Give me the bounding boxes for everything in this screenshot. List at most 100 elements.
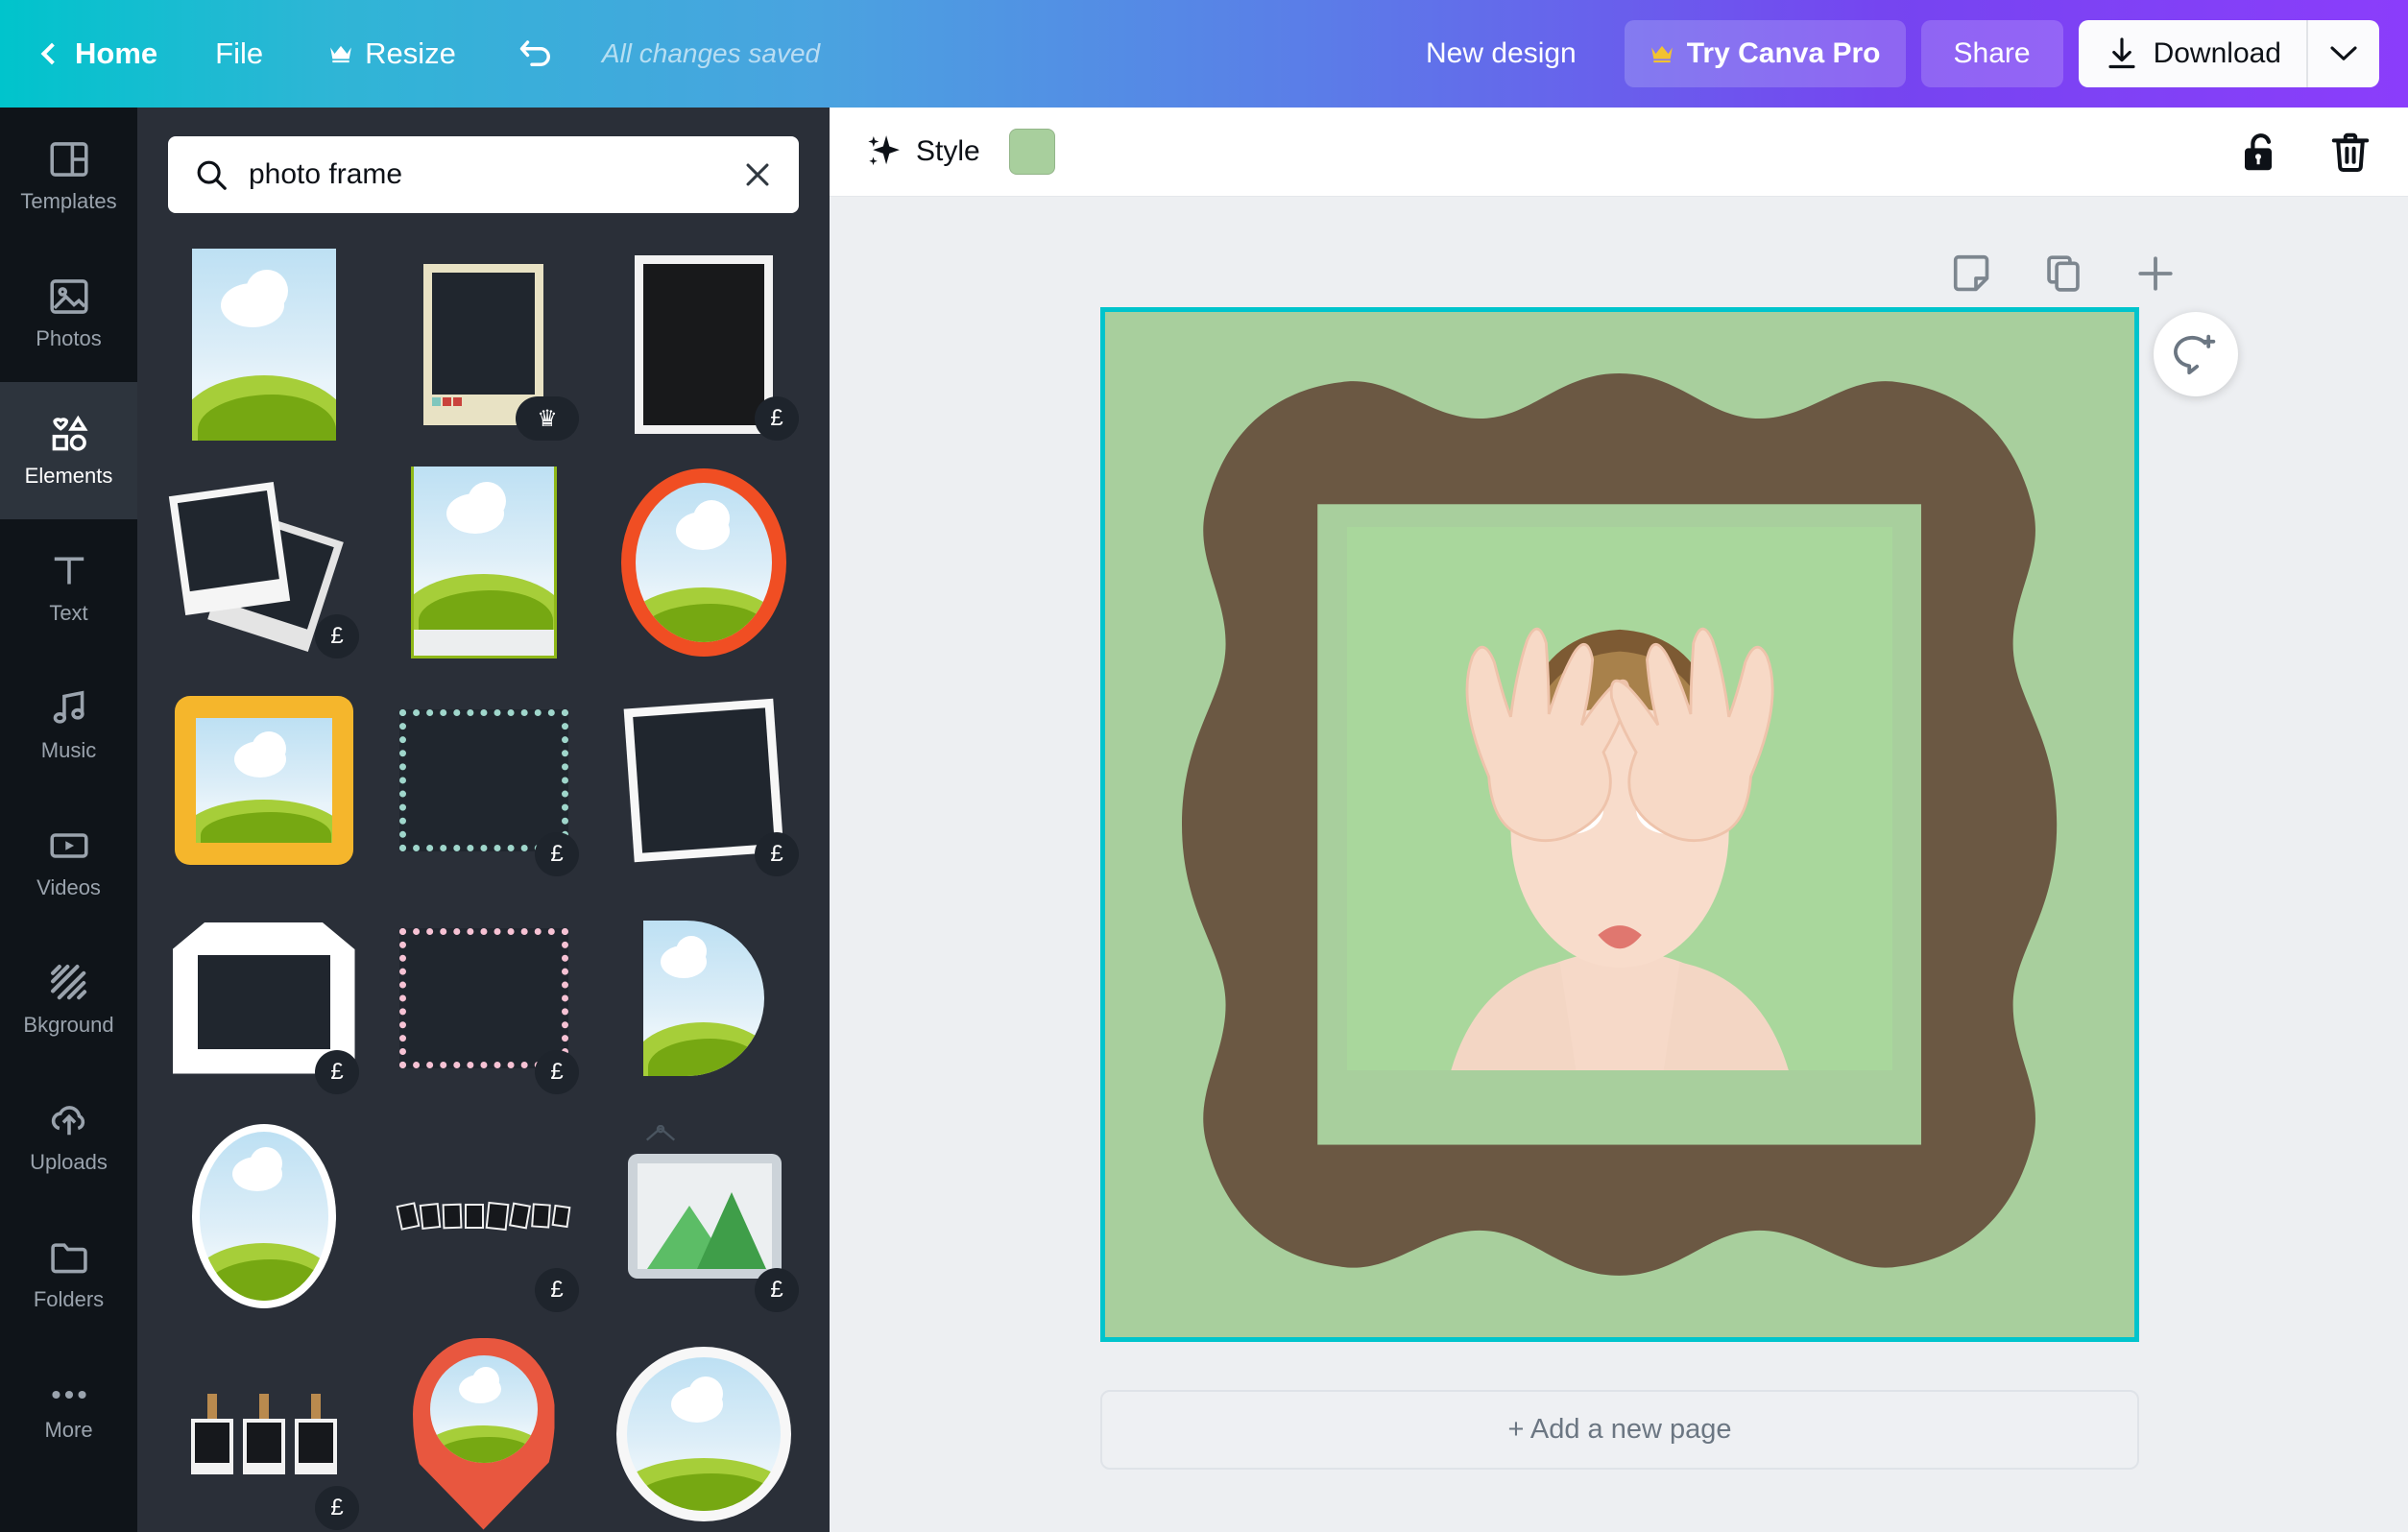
framed-photo <box>1346 527 1893 1071</box>
element-result[interactable]: £ <box>602 1117 805 1314</box>
price-badge: £ <box>535 1268 579 1312</box>
download-label: Download <box>2153 37 2281 69</box>
element-result[interactable] <box>162 246 365 443</box>
new-design-button[interactable]: New design <box>1393 0 1609 108</box>
element-result[interactable] <box>602 464 805 660</box>
uploads-icon <box>51 1106 84 1136</box>
sidebar-item-folders[interactable]: Folders <box>0 1206 137 1343</box>
chevron-down-icon <box>2330 46 2357 60</box>
sidebar-item-music[interactable]: Music <box>0 657 137 794</box>
pound-icon: £ <box>770 841 783 867</box>
element-result[interactable]: £ <box>162 464 365 660</box>
sidebar-item-videos[interactable]: Videos <box>0 794 137 931</box>
download-group: Download <box>2078 20 2379 87</box>
search-input[interactable] <box>249 158 722 191</box>
style-label: Style <box>916 135 980 167</box>
file-menu-button[interactable]: File <box>182 0 296 108</box>
header-right-group: New design Try Canva Pro Share Download <box>1393 0 2408 108</box>
page-actions <box>1949 251 2178 296</box>
sidebar-item-photos[interactable]: Photos <box>0 245 137 382</box>
share-button[interactable]: Share <box>1920 20 2063 87</box>
download-arrow-icon <box>2108 37 2135 69</box>
resize-button[interactable]: Resize <box>296 0 489 108</box>
download-button[interactable]: Download <box>2079 20 2306 87</box>
pound-icon: £ <box>330 1495 344 1520</box>
add-new-page-button[interactable]: + Add a new page <box>1100 1390 2139 1470</box>
left-sidebar: Templates Photos Elements Text Music Vid… <box>0 108 137 1532</box>
element-result[interactable] <box>382 1335 585 1532</box>
sidebar-label: Videos <box>36 875 101 899</box>
home-button[interactable]: Home <box>0 0 182 108</box>
more-dots-icon <box>51 1390 86 1400</box>
videos-icon <box>49 833 88 858</box>
style-button[interactable]: Style <box>864 132 980 171</box>
add-comment-icon <box>2174 334 2216 375</box>
notes-icon[interactable] <box>1949 251 1993 296</box>
element-result[interactable] <box>602 1335 805 1532</box>
price-badge: £ <box>755 1268 799 1312</box>
text-icon <box>54 557 84 585</box>
sidebar-item-templates[interactable]: Templates <box>0 108 137 245</box>
resize-label: Resize <box>365 36 456 70</box>
sidebar-item-text[interactable]: Text <box>0 519 137 657</box>
element-result[interactable] <box>162 682 365 878</box>
element-result[interactable]: £ <box>162 1335 365 1532</box>
element-result[interactable]: £ <box>382 1117 585 1314</box>
pound-icon: £ <box>770 1277 783 1303</box>
unlock-icon[interactable] <box>2237 129 2283 175</box>
sidebar-label: Photos <box>36 326 102 350</box>
element-result[interactable] <box>602 899 805 1096</box>
color-swatch-button[interactable] <box>1008 129 1055 175</box>
elements-icon <box>52 415 87 451</box>
element-result[interactable]: ♛ <box>382 246 585 443</box>
add-page-label: + Add a new page <box>1507 1414 1732 1445</box>
sidebar-label: Text <box>49 601 88 625</box>
try-canva-pro-button[interactable]: Try Canva Pro <box>1624 20 1906 87</box>
close-icon[interactable] <box>741 158 774 191</box>
crown-icon <box>330 45 351 63</box>
try-pro-label: Try Canva Pro <box>1686 37 1881 69</box>
pound-icon: £ <box>550 1277 564 1303</box>
pound-icon: £ <box>330 623 344 649</box>
add-comment-button[interactable] <box>2154 312 2238 396</box>
crown-icon <box>1650 45 1673 63</box>
pound-icon: £ <box>330 1059 344 1085</box>
element-result[interactable] <box>162 1117 365 1314</box>
price-badge: £ <box>755 396 799 441</box>
sidebar-label: More <box>44 1418 93 1442</box>
editor-toolbar-right <box>2237 129 2373 175</box>
element-result[interactable]: £ <box>602 682 805 878</box>
element-result[interactable] <box>382 464 585 660</box>
sidebar-item-background[interactable]: Bkground <box>0 931 137 1068</box>
pound-icon: £ <box>550 841 564 867</box>
pound-icon: £ <box>550 1059 564 1085</box>
undo-button[interactable] <box>489 0 587 108</box>
sidebar-item-more[interactable]: More <box>0 1343 137 1480</box>
element-result[interactable]: £ <box>162 899 365 1096</box>
sidebar-item-elements[interactable]: Elements <box>0 382 137 519</box>
sidebar-label: Folders <box>33 1287 105 1311</box>
duplicate-page-icon[interactable] <box>2041 251 2085 296</box>
sidebar-label: Templates <box>20 189 117 213</box>
trash-icon[interactable] <box>2327 129 2373 175</box>
back-chevron-icon <box>40 42 63 65</box>
element-result[interactable]: £ <box>382 899 585 1096</box>
price-badge: £ <box>315 614 359 658</box>
crown-icon: ♛ <box>537 405 558 432</box>
design-page[interactable] <box>1100 307 2139 1342</box>
search-box[interactable] <box>168 136 799 213</box>
sidebar-label: Elements <box>24 464 113 488</box>
header-left-group: Home File Resize All changes saved <box>0 0 820 108</box>
element-result[interactable]: £ <box>602 246 805 443</box>
templates-icon <box>49 142 88 177</box>
pound-icon: £ <box>770 405 783 431</box>
top-header: Home File Resize All changes saved New d… <box>0 0 2408 108</box>
download-options-button[interactable] <box>2308 20 2379 87</box>
elements-results-grid: ♛ £ £ £ £ £ £ £ £ £ <box>137 228 830 1532</box>
price-badge: £ <box>315 1486 359 1530</box>
sidebar-label: Music <box>40 738 97 762</box>
sidebar-item-uploads[interactable]: Uploads <box>0 1068 137 1206</box>
add-page-icon[interactable] <box>2133 251 2178 296</box>
search-icon <box>197 160 227 190</box>
element-result[interactable]: £ <box>382 682 585 878</box>
